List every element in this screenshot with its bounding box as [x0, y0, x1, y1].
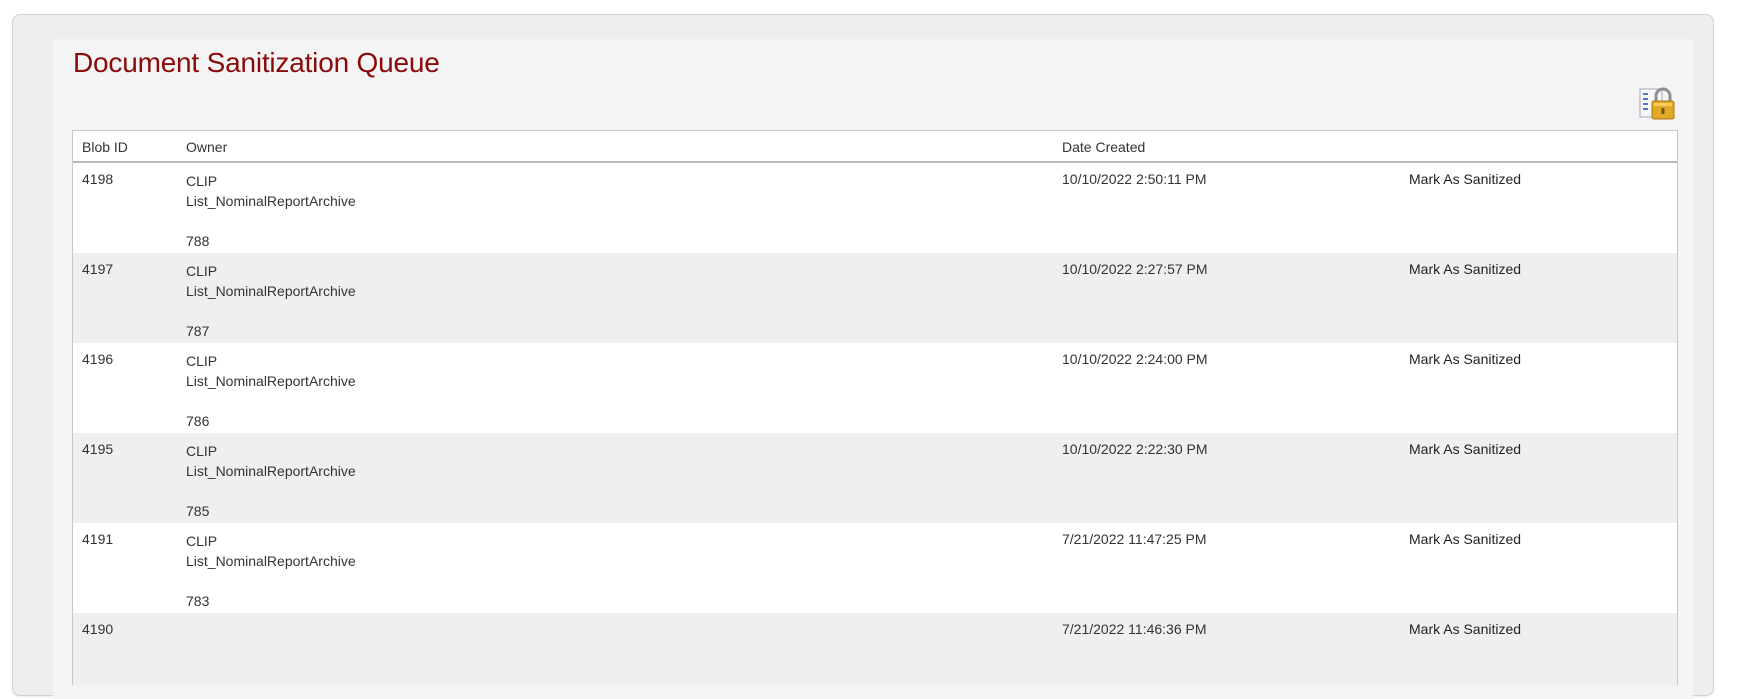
owner-number: 788 [186, 233, 210, 249]
owner-cell: CLIP List_NominalReportArchive 786 [186, 351, 356, 431]
owner-cell: CLIP List_NominalReportArchive 787 [186, 261, 356, 341]
owner-list: List_NominalReportArchive [186, 553, 356, 569]
owner-type: CLIP [186, 443, 218, 459]
sanitization-grid: Blob ID Owner Date Created 4198 CLIP Lis… [72, 130, 1678, 685]
date-created: 7/21/2022 11:46:36 PM [1062, 621, 1207, 637]
lock-icon[interactable] [1638, 83, 1678, 123]
header-blob-id[interactable]: Blob ID [82, 139, 128, 155]
table-row: 4198 CLIP List_NominalReportArchive 788 … [73, 163, 1677, 253]
owner-list: List_NominalReportArchive [186, 193, 356, 209]
owner-type: CLIP [186, 533, 218, 549]
blob-id: 4196 [82, 351, 114, 367]
queue-panel: Document Sanitization Queue Blob ID Owne… [53, 39, 1693, 699]
owner-number: 786 [186, 413, 210, 429]
blob-id: 4190 [82, 621, 114, 637]
table-row: 4197 CLIP List_NominalReportArchive 787 … [73, 253, 1677, 343]
owner-type: CLIP [186, 263, 218, 279]
blob-id: 4191 [82, 531, 114, 547]
blob-id: 4197 [82, 261, 114, 277]
owner-list: List_NominalReportArchive [186, 463, 356, 479]
owner-cell: CLIP List_NominalReportArchive 788 [186, 171, 356, 251]
date-created: 10/10/2022 2:27:57 PM [1062, 261, 1208, 277]
owner-number: 785 [186, 503, 210, 519]
mark-as-sanitized-link[interactable]: Mark As Sanitized [1409, 261, 1521, 277]
table-row: 4196 CLIP List_NominalReportArchive 786 … [73, 343, 1677, 433]
date-created: 10/10/2022 2:22:30 PM [1062, 441, 1208, 457]
header-owner[interactable]: Owner [186, 139, 227, 155]
table-row: 4190 7/21/2022 11:46:36 PM Mark As Sanit… [73, 613, 1677, 685]
mark-as-sanitized-link[interactable]: Mark As Sanitized [1409, 171, 1521, 187]
date-created: 10/10/2022 2:50:11 PM [1062, 171, 1207, 187]
blob-id: 4195 [82, 441, 114, 457]
mark-as-sanitized-link[interactable]: Mark As Sanitized [1409, 441, 1521, 457]
blob-id: 4198 [82, 171, 114, 187]
mark-as-sanitized-link[interactable]: Mark As Sanitized [1409, 531, 1521, 547]
grid-header: Blob ID Owner Date Created [73, 131, 1677, 163]
table-row: 4191 CLIP List_NominalReportArchive 783 … [73, 523, 1677, 613]
outer-frame: Document Sanitization Queue Blob ID Owne… [12, 14, 1714, 699]
table-row: 4195 CLIP List_NominalReportArchive 785 … [73, 433, 1677, 523]
header-date-created[interactable]: Date Created [1062, 139, 1145, 155]
date-created: 7/21/2022 11:47:25 PM [1062, 531, 1207, 547]
page-title: Document Sanitization Queue [73, 47, 440, 78]
owner-type: CLIP [186, 173, 218, 189]
owner-list: List_NominalReportArchive [186, 373, 356, 389]
owner-number: 787 [186, 323, 210, 339]
owner-cell: CLIP List_NominalReportArchive 785 [186, 441, 356, 521]
mark-as-sanitized-link[interactable]: Mark As Sanitized [1409, 351, 1521, 367]
mark-as-sanitized-link[interactable]: Mark As Sanitized [1409, 621, 1521, 637]
owner-type: CLIP [186, 353, 218, 369]
owner-number: 783 [186, 593, 210, 609]
owner-cell: CLIP List_NominalReportArchive 783 [186, 531, 356, 611]
date-created: 10/10/2022 2:24:00 PM [1062, 351, 1208, 367]
owner-list: List_NominalReportArchive [186, 283, 356, 299]
